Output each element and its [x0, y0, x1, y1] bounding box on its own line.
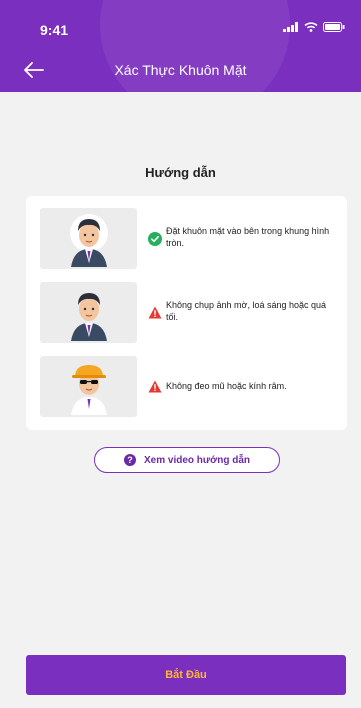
watch-video-label: Xem video hướng dẫn [143, 454, 251, 466]
app-header: 9:41 Xác Thực Khuôn Mặt [0, 0, 361, 92]
avatar-blurry-face [40, 282, 137, 343]
battery-icon [323, 22, 345, 32]
help-circle-icon: ? [123, 454, 136, 466]
guide-item: Đặt khuôn mặt vào bên trong khung hình t… [40, 208, 340, 270]
check-circle-icon [148, 232, 162, 246]
guide-item-text: Không chụp ảnh mờ, loá sáng hoặc quá tối… [166, 300, 327, 322]
status-time: 9:41 [40, 22, 69, 38]
start-button-label: Bắt Đầu [165, 669, 207, 681]
signal-icon [283, 22, 298, 32]
guide-item: Không đeo mũ hoặc kính râm. [40, 356, 340, 418]
face-illustration-icon [71, 293, 107, 341]
warning-icon [148, 380, 162, 393]
guide-heading: Hướng dẫn [145, 165, 216, 180]
watch-video-button[interactable]: ? Xem video hướng dẫn [94, 447, 280, 473]
svg-text:?: ? [127, 455, 133, 465]
guide-card: Đặt khuôn mặt vào bên trong khung hình t… [26, 196, 347, 430]
face-illustration-icon [71, 365, 107, 415]
system-icons [283, 22, 345, 32]
guide-item-text: Đặt khuôn mặt vào bên trong khung hình t… [166, 226, 330, 248]
page-title: Xác Thực Khuôn Mặt [114, 62, 247, 78]
wifi-icon [304, 22, 318, 32]
status-bar: 9:41 [0, 0, 361, 42]
avatar-hat-sunglasses [40, 356, 137, 417]
warning-icon [148, 306, 162, 319]
avatar-normal-face [40, 208, 137, 269]
start-button[interactable]: Bắt Đầu [26, 655, 346, 695]
face-illustration-icon [70, 214, 108, 267]
nav-bar: Xác Thực Khuôn Mặt [0, 52, 361, 88]
guide-item-text: Không đeo mũ hoặc kính râm. [166, 381, 287, 391]
guide-item: Không chụp ảnh mờ, loá sáng hoặc quá tối… [40, 282, 340, 344]
